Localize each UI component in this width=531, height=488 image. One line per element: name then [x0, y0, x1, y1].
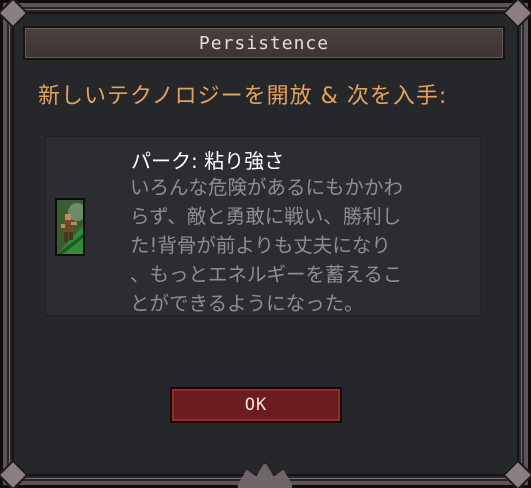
ok-button[interactable]: OK — [170, 387, 342, 423]
unlock-headline: 新しいテクノロジーを開放 & 次を入手: — [38, 84, 448, 109]
title-bar: Persistence — [23, 26, 505, 60]
ok-button-label: OK — [244, 395, 268, 415]
perk-title: パーク: 粘り強さ — [131, 149, 285, 173]
climbing-figure-icon — [55, 198, 85, 256]
perk-unlock-dialog: Persistence 新しいテクノロジーを開放 & 次を入手: パーク: 粘り… — [0, 0, 531, 488]
dialog-title: Persistence — [198, 32, 330, 54]
perk-panel: パーク: 粘り強さ いろんな危険があるにもかかわ らず、敵と勇敢に戦い、勝利し … — [45, 136, 481, 316]
perk-description: いろんな危険があるにもかかわ らず、敵と勇敢に戦い、勝利し た!背骨が前よりも丈… — [130, 176, 404, 315]
